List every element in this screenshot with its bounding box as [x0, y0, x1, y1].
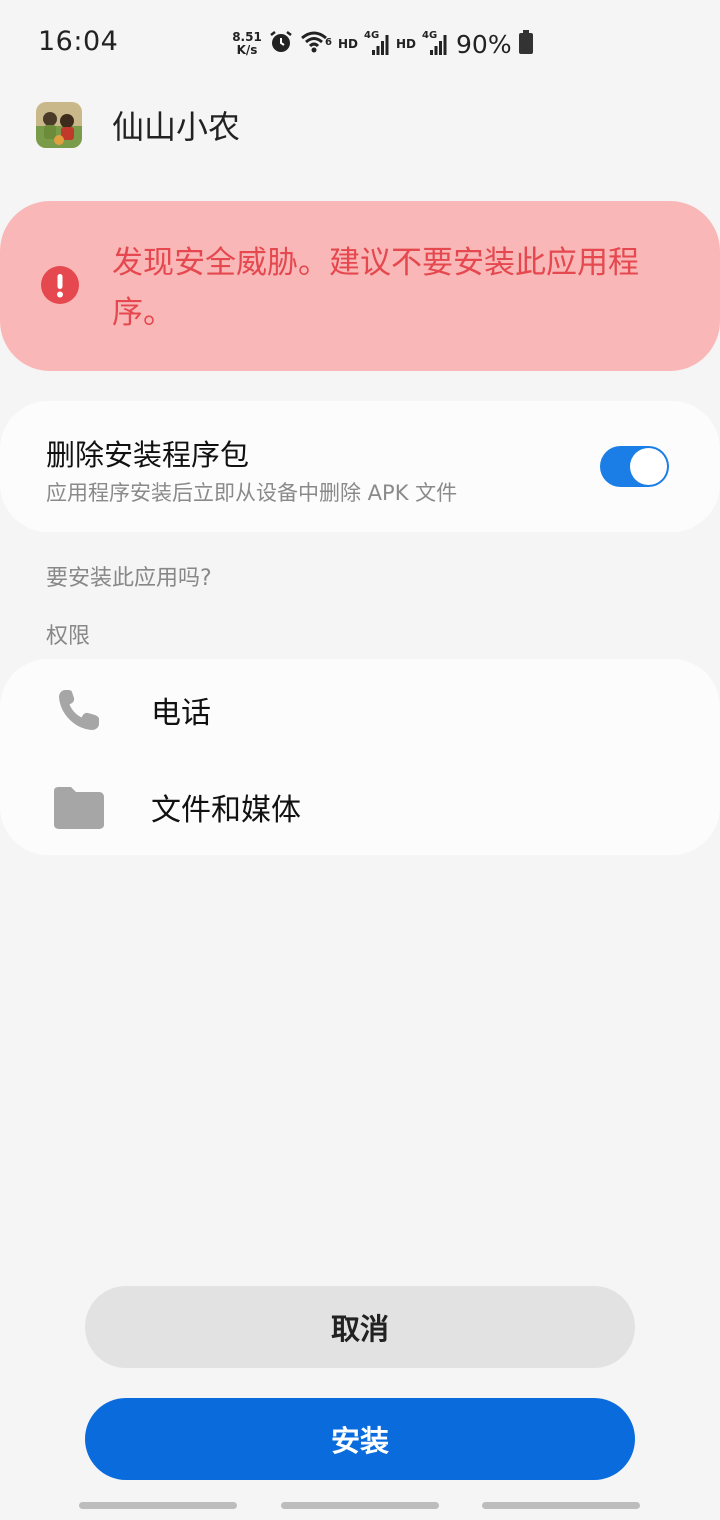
battery-icon [518, 29, 534, 59]
threat-warning-text: 发现安全威胁。建议不要安装此应用程序。 [112, 245, 639, 331]
hd-label-1: HD [338, 37, 359, 51]
nav-back-handle[interactable] [482, 1502, 640, 1509]
phone-icon [54, 685, 104, 735]
nav-home-handle[interactable] [281, 1502, 439, 1509]
permission-label-files: 文件和媒体 [151, 793, 301, 828]
network-speed: 8.51 K/s [232, 31, 262, 57]
nav-recents-handle[interactable] [79, 1502, 237, 1509]
permissions-header: 权限 [46, 624, 91, 649]
delete-package-title: 删除安装程序包 [46, 438, 250, 472]
network-speed-unit: K/s [236, 43, 258, 57]
install-button[interactable]: 安装 [85, 1398, 635, 1480]
svg-text:6: 6 [325, 37, 332, 48]
signal-icon-2: 4G [422, 30, 448, 56]
signal-icon-1: 4G [364, 30, 390, 56]
delete-package-subtitle: 应用程序安装后立即从设备中删除 APK 文件 [46, 481, 458, 505]
delete-package-toggle[interactable] [600, 446, 669, 487]
wifi-icon: 6 [300, 29, 332, 59]
status-icons: 8.51 K/s 6 HD 4G HD 4G 90% [232, 28, 534, 60]
permission-item-phone: 电话 [0, 661, 720, 759]
cancel-button[interactable]: 取消 [85, 1286, 635, 1368]
install-question: 要安装此应用吗? [46, 566, 212, 591]
alarm-icon [268, 29, 294, 59]
permission-item-files: 文件和媒体 [0, 758, 720, 856]
status-bar: 16:04 8.51 K/s 6 HD 4G HD 4G 90% [0, 0, 720, 86]
app-name: 仙山小农 [112, 108, 241, 146]
farm-game-app-icon [36, 102, 82, 148]
hd-label-2: HD [396, 37, 417, 51]
toggle-knob [630, 448, 667, 485]
app-header: 仙山小农 [36, 102, 240, 148]
navigation-bar [0, 1500, 720, 1512]
permission-label-phone: 电话 [151, 696, 211, 731]
folder-icon [54, 782, 104, 832]
battery-percent: 90% [456, 29, 512, 59]
exclamation-circle-icon [41, 266, 79, 304]
status-time: 16:04 [38, 26, 119, 57]
